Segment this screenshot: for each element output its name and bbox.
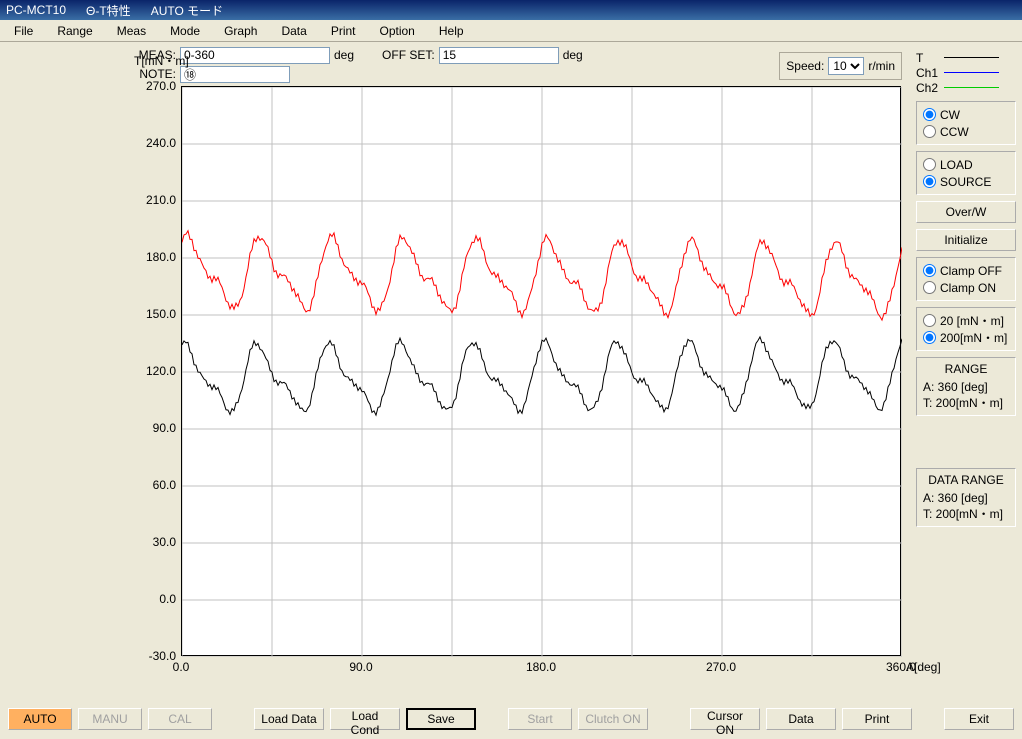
- speed-label: Speed:: [786, 59, 824, 73]
- exit-button[interactable]: Exit: [944, 708, 1014, 730]
- range-title: RANGE: [923, 362, 1009, 376]
- title-mode: Θ-T特性: [86, 2, 131, 19]
- x-axis-label: A[deg]: [906, 660, 952, 674]
- x-tick: 180.0: [516, 660, 566, 674]
- start-button[interactable]: Start: [508, 708, 572, 730]
- data-range-a: A: 360 [deg]: [923, 491, 1009, 505]
- legend-t: T: [916, 51, 944, 65]
- menu-option[interactable]: Option: [370, 22, 425, 40]
- auto-button[interactable]: AUTO: [8, 708, 72, 730]
- manu-button[interactable]: MANU: [78, 708, 142, 730]
- data-range-panel: DATA RANGE A: 360 [deg] T: 200[mN・m]: [916, 468, 1016, 527]
- menu-mode[interactable]: Mode: [160, 22, 210, 40]
- radio-scale-200[interactable]: 200[mN・m]: [923, 329, 1009, 346]
- radio-cw[interactable]: CW: [923, 106, 1009, 123]
- data-range-title: DATA RANGE: [923, 473, 1009, 487]
- speed-select[interactable]: 10: [828, 57, 864, 75]
- app-name: PC-MCT10: [6, 3, 66, 17]
- radio-clamp-off[interactable]: Clamp OFF: [923, 262, 1009, 279]
- clamp-panel: Clamp OFF Clamp ON: [916, 257, 1016, 301]
- menu-file[interactable]: File: [4, 22, 43, 40]
- x-tick: 90.0: [336, 660, 386, 674]
- legend-ch2: Ch2: [916, 81, 944, 95]
- y-tick: 240.0: [126, 136, 176, 150]
- radio-ccw[interactable]: CCW: [923, 123, 1009, 140]
- bottom-toolbar: AUTO MANU CAL Load Data Load Cond Save S…: [0, 702, 1022, 736]
- data-button[interactable]: Data: [766, 708, 836, 730]
- load-data-button[interactable]: Load Data: [254, 708, 324, 730]
- menu-bar: File Range Meas Mode Graph Data Print Op…: [0, 20, 1022, 42]
- cursor-on-button[interactable]: Cursor ON: [690, 708, 760, 730]
- x-tick: 0.0: [156, 660, 206, 674]
- chart-area: MEAS: deg OFF SET: deg NOTE: Speed: 10 r…: [6, 46, 910, 702]
- menu-meas[interactable]: Meas: [107, 22, 156, 40]
- menu-print[interactable]: Print: [321, 22, 366, 40]
- y-tick: 60.0: [126, 478, 176, 492]
- title-bar: PC-MCT10 Θ-T特性 AUTO モード: [0, 0, 1022, 20]
- offset-label: OFF SET:: [382, 48, 435, 62]
- offset-input[interactable]: [439, 47, 559, 64]
- speed-box: Speed: 10 r/min: [779, 52, 902, 80]
- meas-unit: deg: [334, 48, 354, 62]
- legend-ch2-swatch: [944, 87, 999, 89]
- radio-clamp-on[interactable]: Clamp ON: [923, 279, 1009, 296]
- range-panel: RANGE A: 360 [deg] T: 200[mN・m]: [916, 357, 1016, 416]
- save-button[interactable]: Save: [406, 708, 476, 730]
- data-range-t: T: 200[mN・m]: [923, 505, 1009, 522]
- menu-data[interactable]: Data: [271, 22, 316, 40]
- y-tick: 210.0: [126, 193, 176, 207]
- print-button[interactable]: Print: [842, 708, 912, 730]
- clutch-button[interactable]: Clutch ON: [578, 708, 648, 730]
- title-auto: AUTO モード: [151, 2, 223, 19]
- menu-graph[interactable]: Graph: [214, 22, 267, 40]
- radio-load[interactable]: LOAD: [923, 156, 1009, 173]
- scale-panel: 20 [mN・m] 200[mN・m]: [916, 307, 1016, 351]
- note-input[interactable]: [180, 66, 290, 83]
- radio-scale-20[interactable]: 20 [mN・m]: [923, 312, 1009, 329]
- offset-unit: deg: [563, 48, 583, 62]
- range-t: T: 200[mN・m]: [923, 394, 1009, 411]
- direction-panel: CW CCW: [916, 101, 1016, 145]
- loadsource-panel: LOAD SOURCE: [916, 151, 1016, 195]
- legend-ch1: Ch1: [916, 66, 944, 80]
- legend-t-swatch: [944, 57, 999, 59]
- y-tick: 90.0: [126, 421, 176, 435]
- meas-input[interactable]: [180, 47, 330, 64]
- legend: T Ch1 Ch2: [916, 50, 1016, 95]
- y-tick: 0.0: [126, 592, 176, 606]
- y-tick: 30.0: [126, 535, 176, 549]
- y-axis-label: T[mN・m]: [134, 52, 189, 69]
- y-tick: 180.0: [126, 250, 176, 264]
- menu-range[interactable]: Range: [47, 22, 102, 40]
- x-tick: 270.0: [696, 660, 746, 674]
- menu-help[interactable]: Help: [429, 22, 474, 40]
- legend-ch1-swatch: [944, 72, 999, 74]
- speed-unit: r/min: [868, 59, 895, 73]
- y-tick: 120.0: [126, 364, 176, 378]
- overw-button[interactable]: Over/W: [916, 201, 1016, 223]
- load-cond-button[interactable]: Load Cond: [330, 708, 400, 730]
- initialize-button[interactable]: Initialize: [916, 229, 1016, 251]
- plot: [181, 86, 901, 656]
- cal-button[interactable]: CAL: [148, 708, 212, 730]
- range-a: A: 360 [deg]: [923, 380, 1009, 394]
- y-tick: 150.0: [126, 307, 176, 321]
- y-tick: 270.0: [126, 79, 176, 93]
- radio-source[interactable]: SOURCE: [923, 173, 1009, 190]
